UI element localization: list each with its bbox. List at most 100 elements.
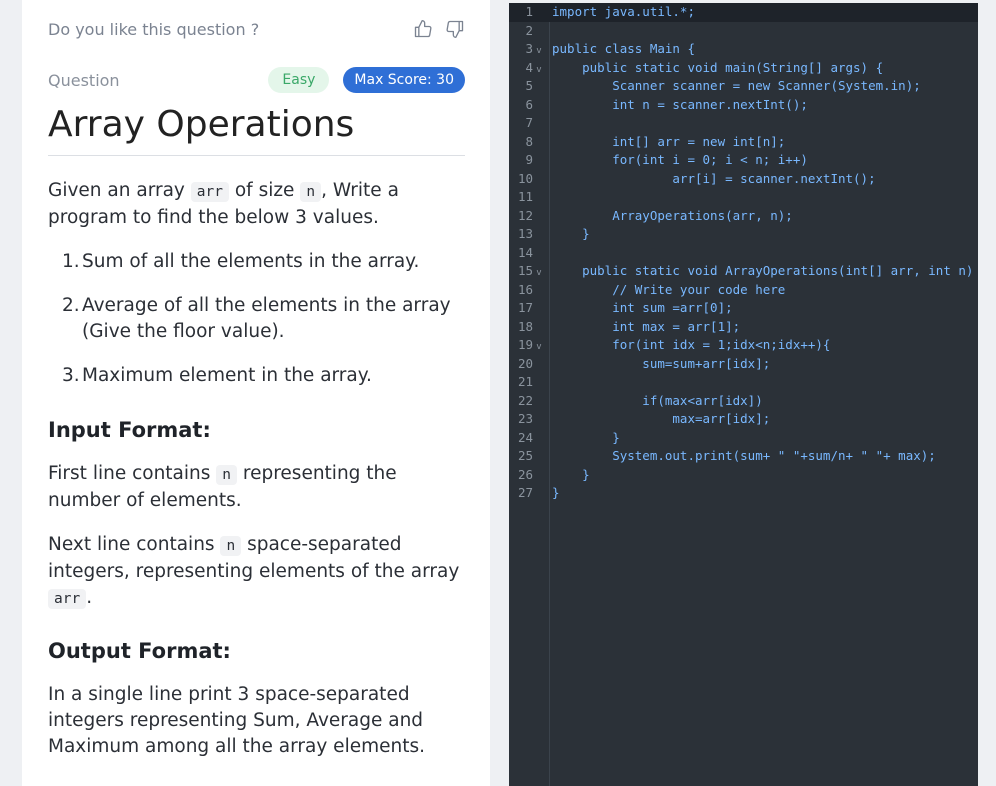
list-number: 1.: [62, 251, 80, 272]
input-paragraph-1: First line contains n representing the n…: [48, 461, 465, 514]
code-text[interactable]: for(int i = 0; i < n; i++): [552, 151, 808, 170]
max-score-badge: Max Score: 30: [343, 67, 465, 93]
thumbs-up-icon[interactable]: [413, 19, 433, 39]
code-line[interactable]: 9 for(int i = 0; i < n; i++): [509, 151, 978, 170]
code-text[interactable]: int[] arr = new int[n];: [552, 133, 785, 152]
line-number: 19: [517, 337, 533, 352]
feedback-prompt: Do you like this question ?: [48, 19, 260, 39]
question-label: Question: [48, 70, 120, 90]
code-line[interactable]: 10 arr[i] = scanner.nextInt();: [509, 170, 978, 189]
code-line[interactable]: 6 int n = scanner.nextInt();: [509, 96, 978, 115]
intro-text-a: Given an array: [48, 180, 185, 201]
code-line[interactable]: 20 sum=sum+arr[idx];: [509, 355, 978, 374]
code-line[interactable]: 4v public static void main(String[] args…: [509, 59, 978, 78]
code-text[interactable]: int n = scanner.nextInt();: [552, 96, 808, 115]
code-text[interactable]: ArrayOperations(arr, n);: [552, 207, 793, 226]
code-text[interactable]: }: [552, 484, 560, 503]
code-text[interactable]: if(max<arr[idx]): [552, 392, 762, 411]
code-line[interactable]: 22 if(max<arr[idx]): [509, 392, 978, 411]
code-text[interactable]: for(int idx = 1;idx<n;idx++){: [552, 336, 830, 355]
list-number: 3.: [62, 365, 80, 386]
problem-description: Given an array arr of size n, Write a pr…: [48, 178, 465, 760]
code-line[interactable]: 13 }: [509, 225, 978, 244]
page-title: Array Operations: [48, 104, 465, 156]
code-line[interactable]: 15 v public static void ArrayOperations(i…: [509, 262, 978, 281]
code-editor[interactable]: 1 import java.util.*; 2 3 v public class Main…: [509, 3, 978, 786]
code-line[interactable]: 18 int max = arr[1];: [509, 318, 978, 337]
code-text[interactable]: // Write your code here: [552, 281, 785, 300]
list-text: Sum of all the elements in the array.: [82, 251, 420, 272]
line-number: 10: [517, 170, 533, 186]
code-line[interactable]: 21: [509, 373, 978, 392]
code-n: n: [216, 465, 238, 485]
code-line[interactable]: 24 }: [509, 429, 978, 448]
input-paragraph-2: Next line contains n space-separated int…: [48, 532, 465, 612]
code-text[interactable]: int max = arr[1];: [552, 318, 740, 337]
code-line[interactable]: 25 System.out.print(sum+ " "+sum/n+ " "+…: [509, 447, 978, 466]
code-arr: arr: [48, 589, 87, 609]
code-line[interactable]: 19 v for(int idx = 1;idx<n;idx++){: [509, 336, 978, 355]
line-number: 1: [525, 4, 533, 19]
line-number: 3: [525, 41, 533, 56]
code-line[interactable]: 2: [509, 22, 978, 41]
difficulty-badge: Easy: [268, 67, 330, 93]
code-text[interactable]: public static void main(String[] args) {: [552, 59, 883, 78]
code-line[interactable]: 12 ArrayOperations(arr, n);: [509, 207, 978, 226]
intro-text-b: of size: [234, 180, 295, 201]
output-format-heading: Output Format:: [48, 639, 231, 663]
code-line[interactable]: 27}: [509, 484, 978, 503]
line-number: 6: [525, 96, 533, 112]
feedback-buttons: [413, 19, 465, 39]
problem-panel: Do you like this question ? Question Eas…: [22, 0, 490, 786]
code-line[interactable]: 3 v public class Main {: [509, 40, 978, 59]
line-number: 22: [517, 392, 533, 408]
line-number: 20: [517, 355, 533, 371]
code-text[interactable]: import java.util.*;: [552, 3, 695, 22]
code-text[interactable]: }: [552, 466, 590, 485]
feedback-row: Do you like this question ?: [48, 0, 465, 58]
code-line[interactable]: 17 int sum =arr[0];: [509, 299, 978, 318]
code-n: n: [220, 536, 242, 556]
code-line[interactable]: 16 // Write your code here: [509, 281, 978, 300]
list-text: Average of all the elements in the array…: [82, 295, 451, 342]
line-number: 23: [517, 411, 533, 426]
line-number: 14: [517, 244, 533, 260]
requirements-list: 1. Sum of all the elements in the array.…: [48, 249, 465, 389]
code-line[interactable]: 14: [509, 244, 978, 263]
code-text[interactable]: arr[i] = scanner.nextInt();: [552, 170, 875, 189]
code-lines[interactable]: 1 import java.util.*; 2 3 v public class Main…: [509, 3, 978, 503]
code-text[interactable]: sum=sum+arr[idx];: [552, 355, 770, 374]
list-item: 1. Sum of all the elements in the array.: [48, 249, 465, 275]
code-line[interactable]: 11: [509, 188, 978, 207]
list-number: 2.: [62, 295, 80, 316]
code-text[interactable]: Scanner scanner = new Scanner(System.in)…: [552, 77, 921, 96]
code-text[interactable]: }: [552, 225, 590, 244]
code-line[interactable]: 23 max=arr[idx];: [509, 410, 978, 429]
intro-paragraph: Given an array arr of size n, Write a pr…: [48, 178, 465, 231]
line-number: 17: [517, 300, 533, 315]
code-line[interactable]: 5 Scanner scanner = new Scanner(System.i…: [509, 77, 978, 96]
code-line[interactable]: 1 import java.util.*;: [509, 3, 978, 22]
thumbs-down-icon[interactable]: [445, 19, 465, 39]
line-number: 18: [517, 318, 533, 334]
output-paragraph: In a single line print 3 space-separated…: [48, 684, 425, 757]
input-format-heading: Input Format:: [48, 418, 211, 442]
code-text[interactable]: }: [552, 429, 620, 448]
code-text[interactable]: public class Main {: [552, 40, 695, 59]
code-line[interactable]: 26 }: [509, 466, 978, 485]
code-text[interactable]: max=arr[idx];: [552, 410, 770, 429]
line-number: 7: [525, 115, 533, 130]
code-text[interactable]: public static void ArrayOperations(int[]…: [552, 262, 978, 281]
question-meta-row: Question Easy Max Score: 30: [48, 64, 465, 96]
code-text[interactable]: System.out.print(sum+ " "+sum/n+ " "+ ma…: [552, 447, 936, 466]
code-text[interactable]: int sum =arr[0];: [552, 299, 732, 318]
line-number: 21: [517, 374, 533, 389]
input-p2-text-a: Next line contains: [48, 534, 215, 555]
code-line[interactable]: 8 int[] arr = new int[n];: [509, 133, 978, 152]
line-number: 11: [517, 189, 533, 204]
line-number: 25: [517, 448, 533, 463]
line-number: 4: [525, 59, 533, 75]
line-number: 5: [525, 78, 533, 93]
code-line[interactable]: 7: [509, 114, 978, 133]
line-number: 8: [525, 133, 533, 149]
